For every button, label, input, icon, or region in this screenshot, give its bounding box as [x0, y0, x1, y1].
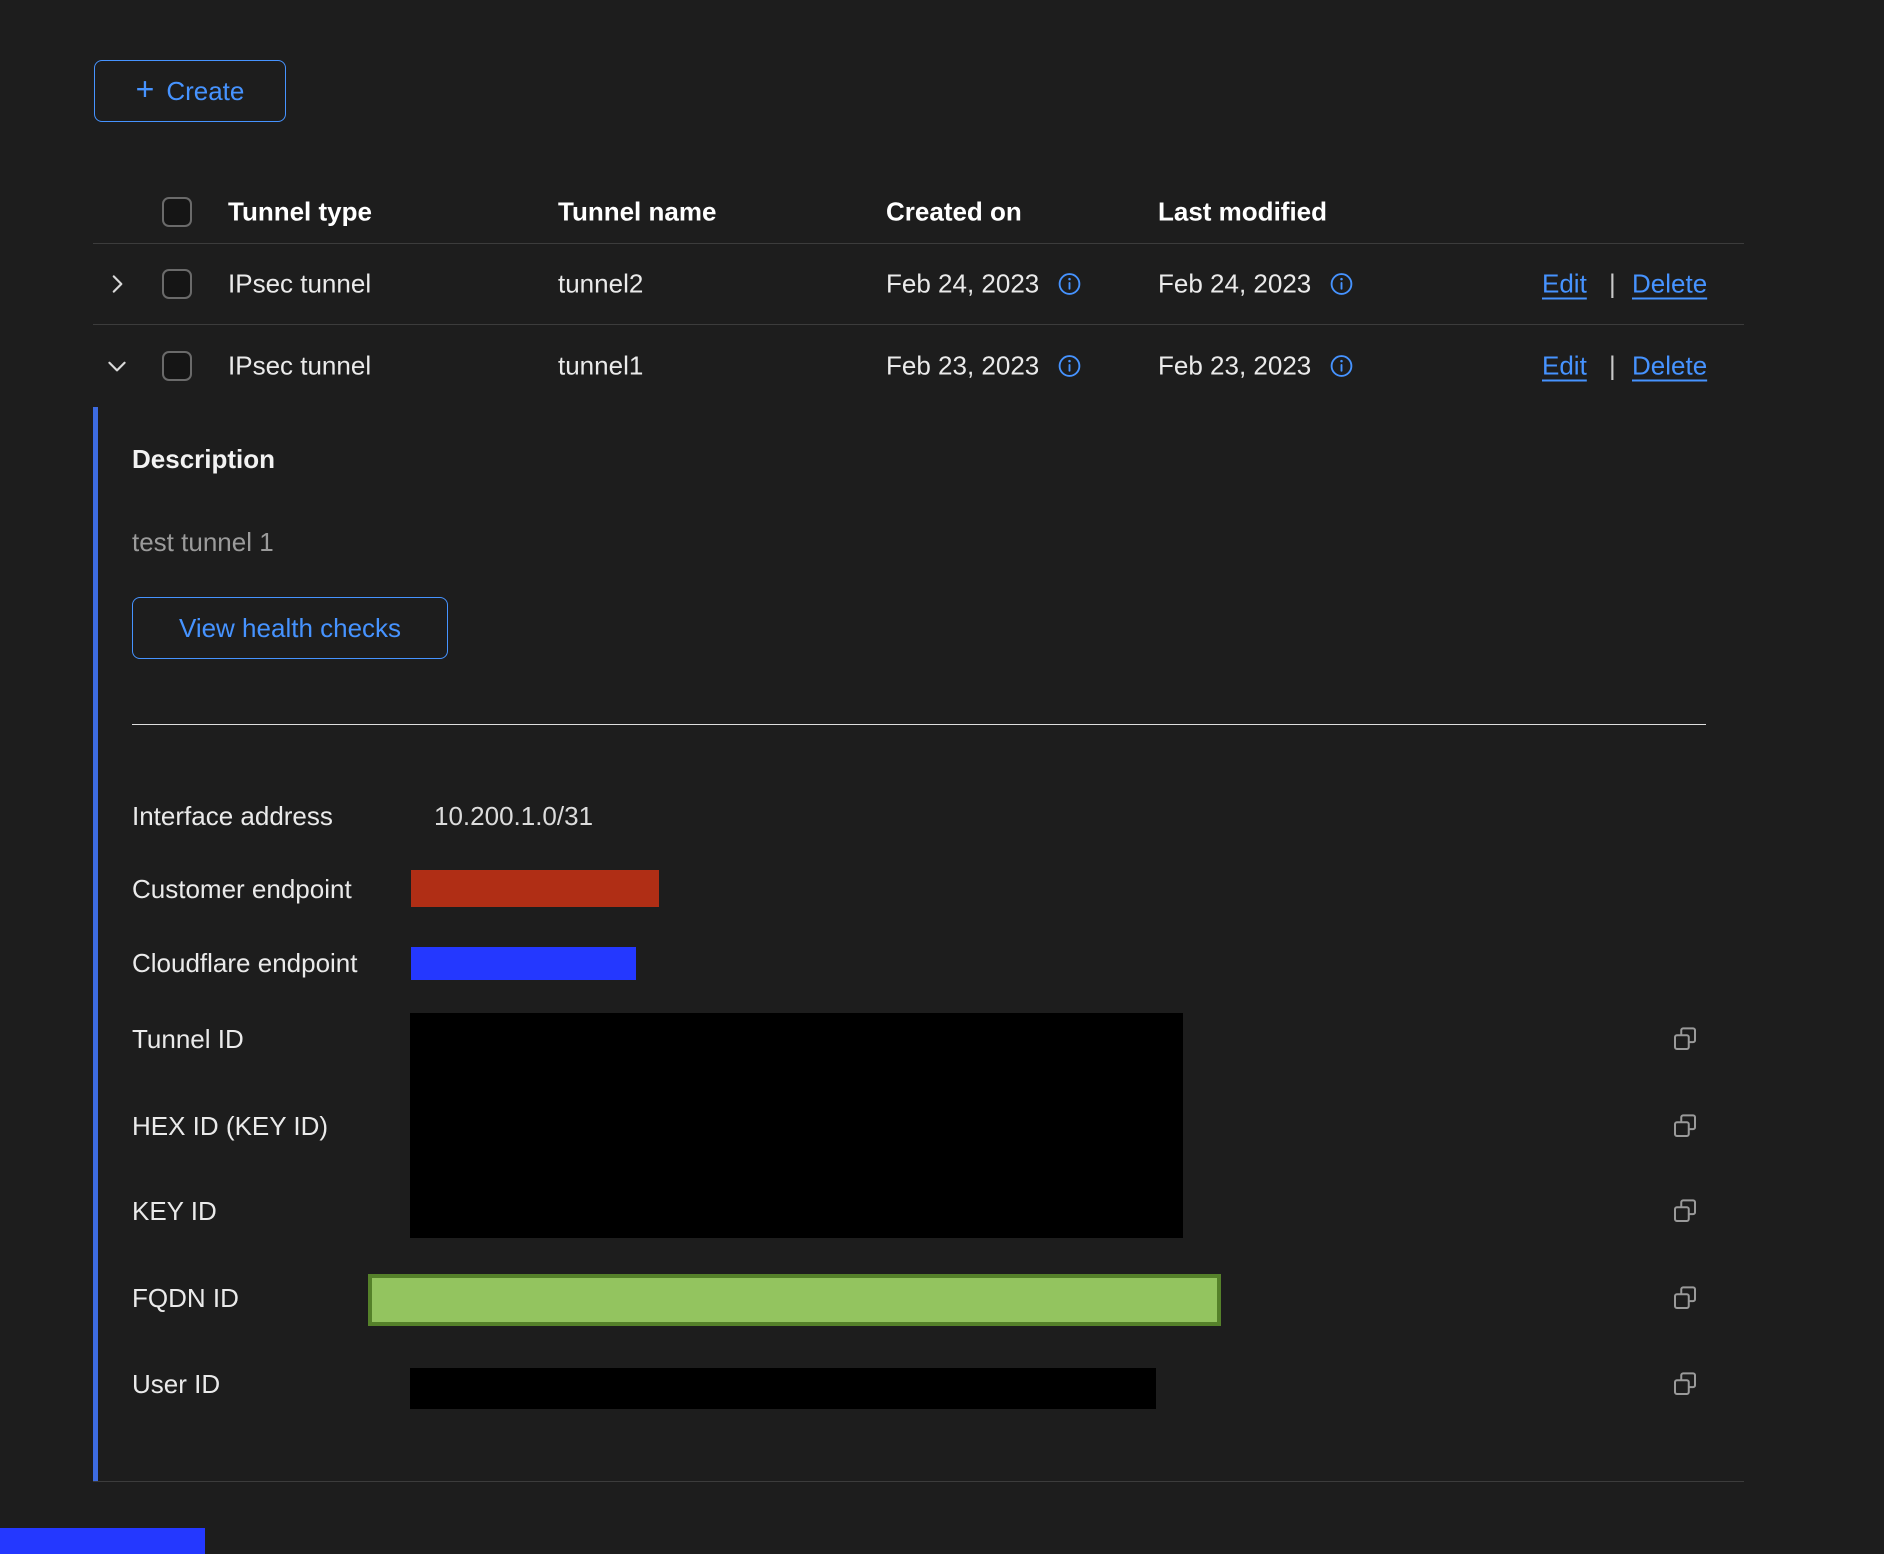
tunnel-id-redaction: [410, 1013, 1183, 1238]
hex-id-label: HEX ID (KEY ID): [132, 1111, 328, 1142]
table-row: IPsec tunnel tunnel1 Feb 23, 2023 Feb 23…: [93, 325, 1744, 407]
edit-link[interactable]: Edit: [1542, 269, 1587, 300]
fqdn-id-label: FQDN ID: [132, 1283, 239, 1314]
last-modified-cell: Feb 23, 2023: [1158, 351, 1354, 382]
created-on-value: Feb 23, 2023: [886, 351, 1039, 382]
info-icon[interactable]: [1057, 272, 1082, 297]
user-id-label: User ID: [132, 1369, 220, 1400]
tunnels-page: + Create Tunnel type Tunnel name Created…: [0, 0, 1884, 1554]
edit-link[interactable]: Edit: [1542, 351, 1587, 382]
collapse-row-button[interactable]: [103, 352, 131, 380]
info-icon[interactable]: [1329, 354, 1354, 379]
tunnel-name-cell: tunnel1: [558, 351, 643, 382]
create-button-label: Create: [166, 76, 244, 107]
column-header-tunnel-type: Tunnel type: [228, 196, 372, 227]
created-on-value: Feb 24, 2023: [886, 269, 1039, 300]
cloudflare-endpoint-label: Cloudflare endpoint: [132, 948, 358, 979]
expand-row-button[interactable]: [103, 270, 131, 298]
copy-icon[interactable]: [1670, 1111, 1700, 1141]
created-on-cell: Feb 24, 2023: [886, 269, 1082, 300]
created-on-cell: Feb 23, 2023: [886, 351, 1082, 382]
tunnel-type-cell: IPsec tunnel: [228, 351, 371, 382]
info-icon[interactable]: [1057, 354, 1082, 379]
key-id-label: KEY ID: [132, 1196, 217, 1227]
copy-icon[interactable]: [1670, 1196, 1700, 1226]
last-modified-value: Feb 23, 2023: [1158, 351, 1311, 382]
interface-address-label: Interface address: [132, 801, 333, 832]
column-header-created-on: Created on: [886, 196, 1022, 227]
row-checkbox[interactable]: [162, 269, 192, 299]
info-icon[interactable]: [1329, 272, 1354, 297]
create-button[interactable]: + Create: [94, 60, 286, 122]
action-separator: |: [1609, 351, 1616, 382]
row-checkbox[interactable]: [162, 351, 192, 381]
table-row: IPsec tunnel tunnel2 Feb 24, 2023 Feb 24…: [93, 244, 1744, 325]
last-modified-cell: Feb 24, 2023: [1158, 269, 1354, 300]
copy-icon[interactable]: [1670, 1283, 1700, 1313]
table-header-row: Tunnel type Tunnel name Created on Last …: [93, 180, 1744, 244]
column-header-tunnel-name: Tunnel name: [558, 196, 716, 227]
interface-address-value: 10.200.1.0/31: [434, 801, 593, 832]
bottom-blue-strip: [0, 1528, 205, 1554]
tunnel-name-cell: tunnel2: [558, 269, 643, 300]
tunnel-id-label: Tunnel ID: [132, 1024, 244, 1055]
view-health-checks-button[interactable]: View health checks: [132, 597, 448, 659]
panel-divider: [132, 724, 1706, 725]
column-header-last-modified: Last modified: [1158, 196, 1327, 227]
customer-endpoint-redaction: [411, 870, 659, 907]
description-value: test tunnel 1: [132, 527, 274, 558]
chevron-down-icon: [104, 353, 130, 379]
expanded-panel-bottom-border: [93, 1481, 1744, 1482]
expanded-panel-accent-bar: [93, 407, 98, 1481]
copy-icon[interactable]: [1670, 1369, 1700, 1399]
select-all-checkbox[interactable]: [162, 197, 192, 227]
chevron-right-icon: [104, 271, 130, 297]
delete-link[interactable]: Delete: [1632, 351, 1707, 382]
delete-link[interactable]: Delete: [1632, 269, 1707, 300]
customer-endpoint-label: Customer endpoint: [132, 874, 352, 905]
last-modified-value: Feb 24, 2023: [1158, 269, 1311, 300]
cloudflare-endpoint-redaction: [411, 947, 636, 980]
description-label: Description: [132, 444, 275, 475]
copy-icon[interactable]: [1670, 1024, 1700, 1054]
fqdn-id-redaction: [368, 1274, 1221, 1326]
tunnel-type-cell: IPsec tunnel: [228, 269, 371, 300]
action-separator: |: [1609, 269, 1616, 300]
plus-icon: +: [136, 73, 155, 105]
user-id-redaction: [410, 1368, 1156, 1409]
